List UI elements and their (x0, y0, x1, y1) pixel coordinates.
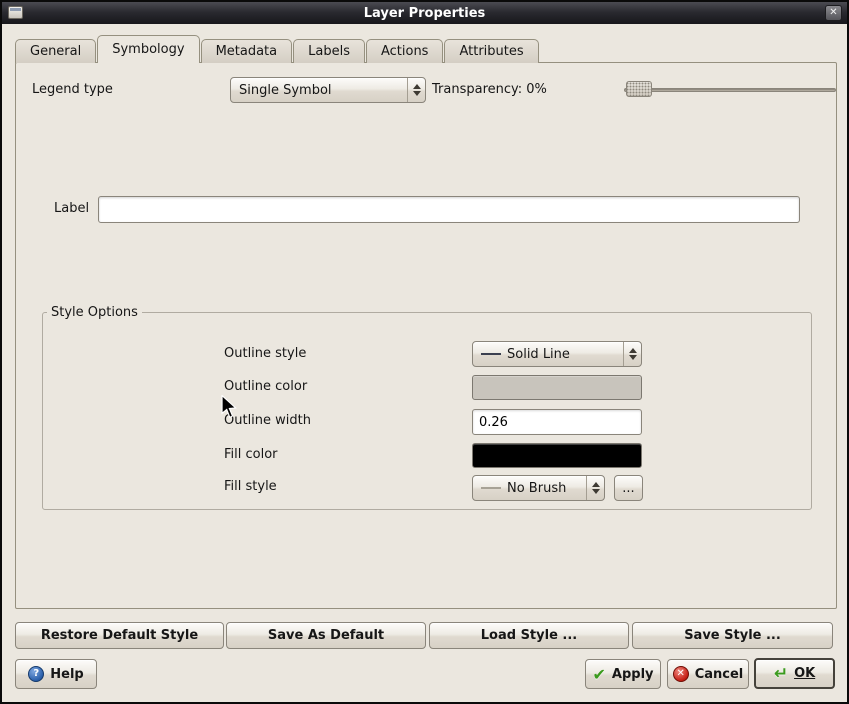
outline-style-select[interactable]: Solid Line (472, 341, 642, 367)
tab-attributes[interactable]: Attributes (444, 39, 538, 63)
tab-bar: General Symbology Metadata Labels Action… (15, 36, 540, 63)
ok-button[interactable]: ↵ OK (754, 658, 835, 689)
legend-type-label: Legend type (32, 77, 113, 103)
style-options-group: Style Options (42, 305, 812, 510)
transparency-slider[interactable] (624, 80, 836, 98)
apply-icon: ✔ (592, 665, 605, 684)
slider-track (624, 88, 836, 92)
ok-icon: ↵ (774, 664, 788, 684)
save-style-button[interactable]: Save Style ... (632, 622, 833, 649)
window-icon (8, 6, 23, 19)
solid-line-preview-icon (481, 353, 501, 355)
tab-general[interactable]: General (15, 39, 96, 63)
outline-width-input[interactable] (473, 410, 642, 434)
mouse-cursor (220, 395, 238, 423)
slider-handle[interactable] (626, 81, 652, 97)
fill-style-select[interactable]: No Brush (472, 475, 605, 501)
fill-color-label: Fill color (224, 442, 278, 468)
outline-width-spinbox[interactable] (472, 409, 642, 435)
tab-symbology[interactable]: Symbology (97, 35, 199, 63)
outline-color-button[interactable] (472, 375, 642, 400)
fill-style-label: Fill style (224, 474, 277, 500)
cancel-button-label: Cancel (695, 667, 744, 682)
no-brush-preview-icon (481, 487, 501, 489)
fill-style-value: No Brush (507, 481, 566, 496)
tab-actions[interactable]: Actions (366, 39, 444, 63)
label-label: Label (54, 196, 89, 222)
window-title: Layer Properties (364, 6, 486, 21)
apply-button[interactable]: ✔ Apply (585, 659, 661, 689)
legend-type-value: Single Symbol (231, 83, 407, 98)
close-icon[interactable]: ✕ (825, 5, 842, 21)
help-icon: ? (28, 666, 44, 682)
tab-labels[interactable]: Labels (293, 39, 365, 63)
fill-color-button[interactable] (472, 443, 642, 468)
help-button[interactable]: ? Help (15, 659, 97, 689)
tab-metadata[interactable]: Metadata (201, 39, 293, 63)
cancel-button[interactable]: ✕ Cancel (667, 659, 749, 689)
apply-button-label: Apply (612, 667, 654, 682)
chevron-up-down-icon (407, 78, 425, 102)
title-bar: Layer Properties ✕ (2, 2, 847, 24)
label-input[interactable] (98, 196, 800, 223)
ok-button-label: OK (794, 666, 815, 681)
outline-style-value: Solid Line (507, 347, 570, 362)
chevron-up-down-icon (586, 476, 604, 500)
outline-style-label: Outline style (224, 341, 306, 367)
layer-properties-dialog: Layer Properties ✕ General Symbology Met… (0, 0, 849, 704)
legend-type-select[interactable]: Single Symbol (230, 77, 426, 103)
chevron-up-down-icon (623, 342, 641, 366)
fill-style-more-button[interactable]: ... (614, 475, 643, 501)
load-style-button[interactable]: Load Style ... (429, 622, 629, 649)
save-as-default-button[interactable]: Save As Default (226, 622, 426, 649)
style-options-title: Style Options (47, 305, 142, 320)
transparency-label: Transparency: 0% (432, 77, 547, 103)
cancel-icon: ✕ (673, 666, 689, 682)
help-button-label: Help (50, 667, 83, 682)
restore-default-style-button[interactable]: Restore Default Style (15, 622, 224, 649)
